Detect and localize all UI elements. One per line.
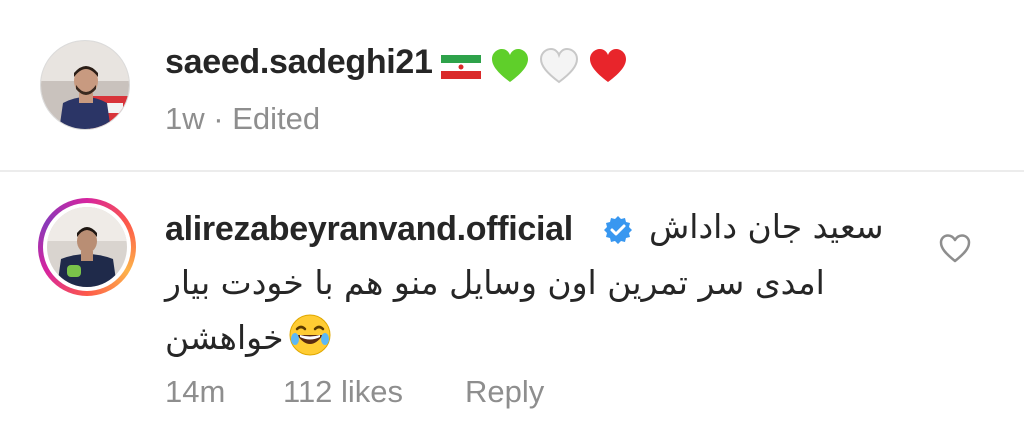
verified-badge-icon: [604, 216, 632, 244]
comment-text-line-1: سعید جان داداش: [649, 207, 884, 246]
laughing-emoji-icon: [288, 313, 332, 362]
post-meta: 1w · Edited: [165, 100, 320, 138]
iran-flag-icon: [440, 55, 481, 80]
avatar[interactable]: [40, 40, 130, 130]
white-heart-icon: [539, 48, 578, 84]
post-username-line: saeed.sadeghi21: [165, 42, 628, 84]
profile-photo: [41, 41, 129, 129]
divider: [0, 170, 1024, 172]
heart-outline-icon[interactable]: [938, 232, 972, 266]
comment-username[interactable]: alirezabeyranvand.official: [165, 209, 573, 249]
comment-text-line-3: خواهشن: [165, 317, 284, 357]
post-header: saeed.sadeghi21 1w · Edited: [0, 0, 1024, 170]
comment-time: 14m: [165, 374, 226, 409]
red-heart-icon: [590, 49, 627, 83]
comment-text-line-2: امدی سر تمرین اون وسایل منو هم با خودت ب…: [165, 263, 825, 302]
commenter-photo: [47, 207, 127, 287]
edited-label: Edited: [232, 101, 321, 136]
comment-text-line-3-wrap: خواهشن: [165, 313, 332, 363]
reply-button[interactable]: Reply: [465, 372, 544, 412]
comment-first-line: alirezabeyranvand.official سعید جان دادا…: [165, 205, 905, 253]
comment-likes[interactable]: 112 likes: [283, 372, 403, 412]
meta-separator: ·: [204, 101, 233, 136]
emoji-group: [440, 44, 628, 84]
post-username[interactable]: saeed.sadeghi21: [165, 43, 433, 81]
commenter-avatar[interactable]: [38, 198, 136, 296]
post-age: 1w: [165, 101, 205, 136]
green-heart-icon: [491, 49, 528, 83]
